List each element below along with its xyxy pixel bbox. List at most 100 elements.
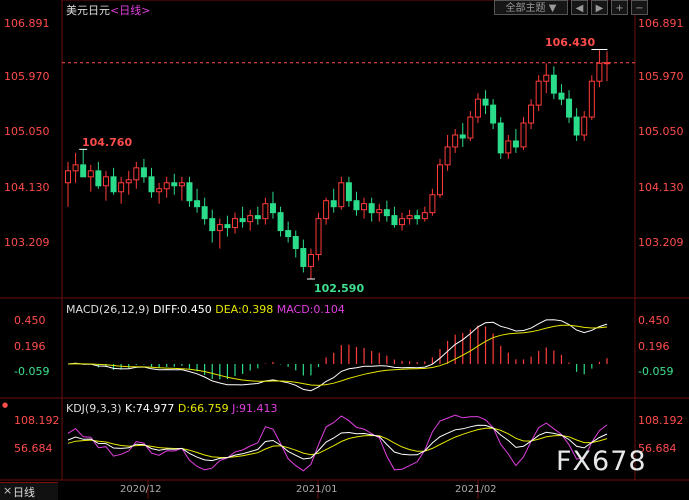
price-candles bbox=[62, 49, 635, 280]
candle-body bbox=[543, 74, 550, 82]
close-small-icon[interactable]: × bbox=[3, 484, 12, 497]
chevron-down-icon: ▼ bbox=[548, 3, 557, 14]
candle-body bbox=[95, 170, 102, 187]
candle-body bbox=[201, 206, 208, 220]
candle-body bbox=[254, 215, 261, 220]
macd-label-left-1: 0.450 bbox=[14, 314, 46, 327]
price-label-left-3: 105.050 bbox=[4, 125, 50, 138]
candle-body bbox=[512, 140, 519, 148]
kdj-label-left-1: 108.192 bbox=[14, 414, 60, 427]
candle-body bbox=[315, 218, 322, 255]
candle-body bbox=[133, 167, 140, 181]
period-tab-daily[interactable]: × 日线 bbox=[0, 482, 58, 500]
macd-dea-value: DEA:0.398 bbox=[215, 303, 274, 316]
candle-body bbox=[186, 182, 193, 202]
zoom-out-button[interactable]: − bbox=[631, 0, 648, 15]
candle-body bbox=[497, 122, 504, 154]
candle-body bbox=[239, 218, 246, 223]
candle-body bbox=[566, 98, 573, 118]
candle-body bbox=[414, 215, 421, 220]
candle-body bbox=[528, 104, 535, 124]
macd-label-right-1: 0.450 bbox=[638, 314, 670, 327]
kdj-label-left-2: 56.684 bbox=[14, 442, 53, 455]
candle-body bbox=[444, 146, 451, 166]
nav-left-button[interactable]: ◀ bbox=[571, 0, 588, 15]
candle-body bbox=[224, 224, 231, 229]
local-high-annotation: 104.760 bbox=[82, 136, 133, 149]
candle-body bbox=[550, 74, 557, 94]
candle-body bbox=[436, 164, 443, 196]
candle-body bbox=[406, 215, 413, 220]
candle-body bbox=[383, 209, 390, 217]
candle-body bbox=[588, 80, 595, 118]
macd-label-right-3: -0.059 bbox=[638, 365, 674, 378]
candle-body bbox=[285, 230, 292, 238]
candle-body bbox=[429, 194, 436, 214]
kdj-title: KDJ(9,3,3) bbox=[66, 402, 122, 415]
price-label-right-2: 105.970 bbox=[638, 70, 684, 83]
macd-label-left-3: -0.059 bbox=[14, 365, 50, 378]
candle-body bbox=[65, 170, 71, 184]
chart-header: 美元日元<日线> bbox=[66, 2, 150, 18]
candle-body bbox=[361, 203, 368, 211]
candle-body bbox=[490, 104, 497, 124]
candle-body bbox=[330, 200, 337, 208]
kdj-label-right-1: 108.192 bbox=[638, 414, 684, 427]
candle-body bbox=[140, 167, 147, 178]
candle-body bbox=[209, 218, 216, 232]
zoom-in-button[interactable]: + bbox=[611, 0, 628, 15]
symbol-label: 美元日元 bbox=[66, 4, 110, 17]
candle-body bbox=[520, 122, 527, 148]
fx678-watermark-logo: FX678 bbox=[556, 446, 647, 477]
candle-body bbox=[118, 182, 125, 193]
grid-lines bbox=[0, 0, 689, 499]
kdj-header: KDJ(9,3,3) K:74.977 D:66.759 J:91.413 bbox=[66, 402, 278, 415]
candle-body bbox=[171, 182, 178, 187]
candle-body bbox=[421, 212, 428, 220]
price-label-right-4: 104.130 bbox=[638, 181, 684, 194]
theme-select-label: 全部主题 bbox=[505, 3, 546, 14]
theme-select[interactable]: 全部主题 ▼ bbox=[494, 0, 568, 15]
kdj-d-line bbox=[67, 427, 608, 459]
price-label-left-2: 105.970 bbox=[4, 70, 50, 83]
candle-body bbox=[353, 200, 360, 211]
candle-body bbox=[87, 170, 94, 178]
chart-canvas bbox=[0, 0, 689, 499]
arrow-left-icon: ◀ bbox=[575, 3, 584, 14]
macd-macd-value: MACD:0.104 bbox=[276, 303, 345, 316]
x-label-2: 2021/01 bbox=[296, 484, 338, 495]
period-label[interactable]: <日线> bbox=[110, 4, 150, 17]
candle-body bbox=[368, 203, 375, 214]
candle-body bbox=[247, 215, 254, 223]
kdj-k-value: K:74.977 bbox=[125, 402, 175, 415]
candle-body bbox=[163, 182, 170, 190]
candle-body bbox=[72, 164, 79, 172]
price-label-left-4: 104.130 bbox=[4, 181, 50, 194]
price-label-right-5: 103.209 bbox=[638, 236, 684, 249]
candle-body bbox=[269, 203, 276, 214]
nav-right-button[interactable]: ▶ bbox=[591, 0, 608, 15]
candle-body bbox=[505, 140, 512, 154]
candle-body bbox=[474, 98, 481, 118]
kdj-k-line bbox=[67, 424, 608, 462]
candle-body bbox=[467, 116, 474, 139]
minus-icon: − bbox=[635, 3, 644, 14]
candle-body bbox=[573, 116, 580, 136]
macd-diff-line bbox=[67, 319, 608, 392]
candle-body bbox=[277, 212, 284, 232]
candle-body bbox=[232, 218, 239, 229]
arrow-right-icon: ▶ bbox=[595, 3, 604, 14]
kdj-marker-icon: ● bbox=[2, 401, 9, 409]
candle-body bbox=[558, 92, 565, 100]
candle-body bbox=[452, 134, 459, 148]
candle-body bbox=[345, 182, 352, 202]
x-label-3: 2021/02 bbox=[455, 484, 497, 495]
candle-body bbox=[391, 215, 398, 226]
candle-body bbox=[376, 209, 383, 214]
period-tab-label: 日线 bbox=[13, 486, 35, 499]
candle-body bbox=[307, 253, 314, 267]
candle-body bbox=[581, 116, 588, 136]
macd-label-right-2: 0.196 bbox=[638, 340, 670, 353]
candle-body bbox=[216, 224, 223, 232]
high-price-annotation: 106.430 bbox=[545, 36, 596, 49]
